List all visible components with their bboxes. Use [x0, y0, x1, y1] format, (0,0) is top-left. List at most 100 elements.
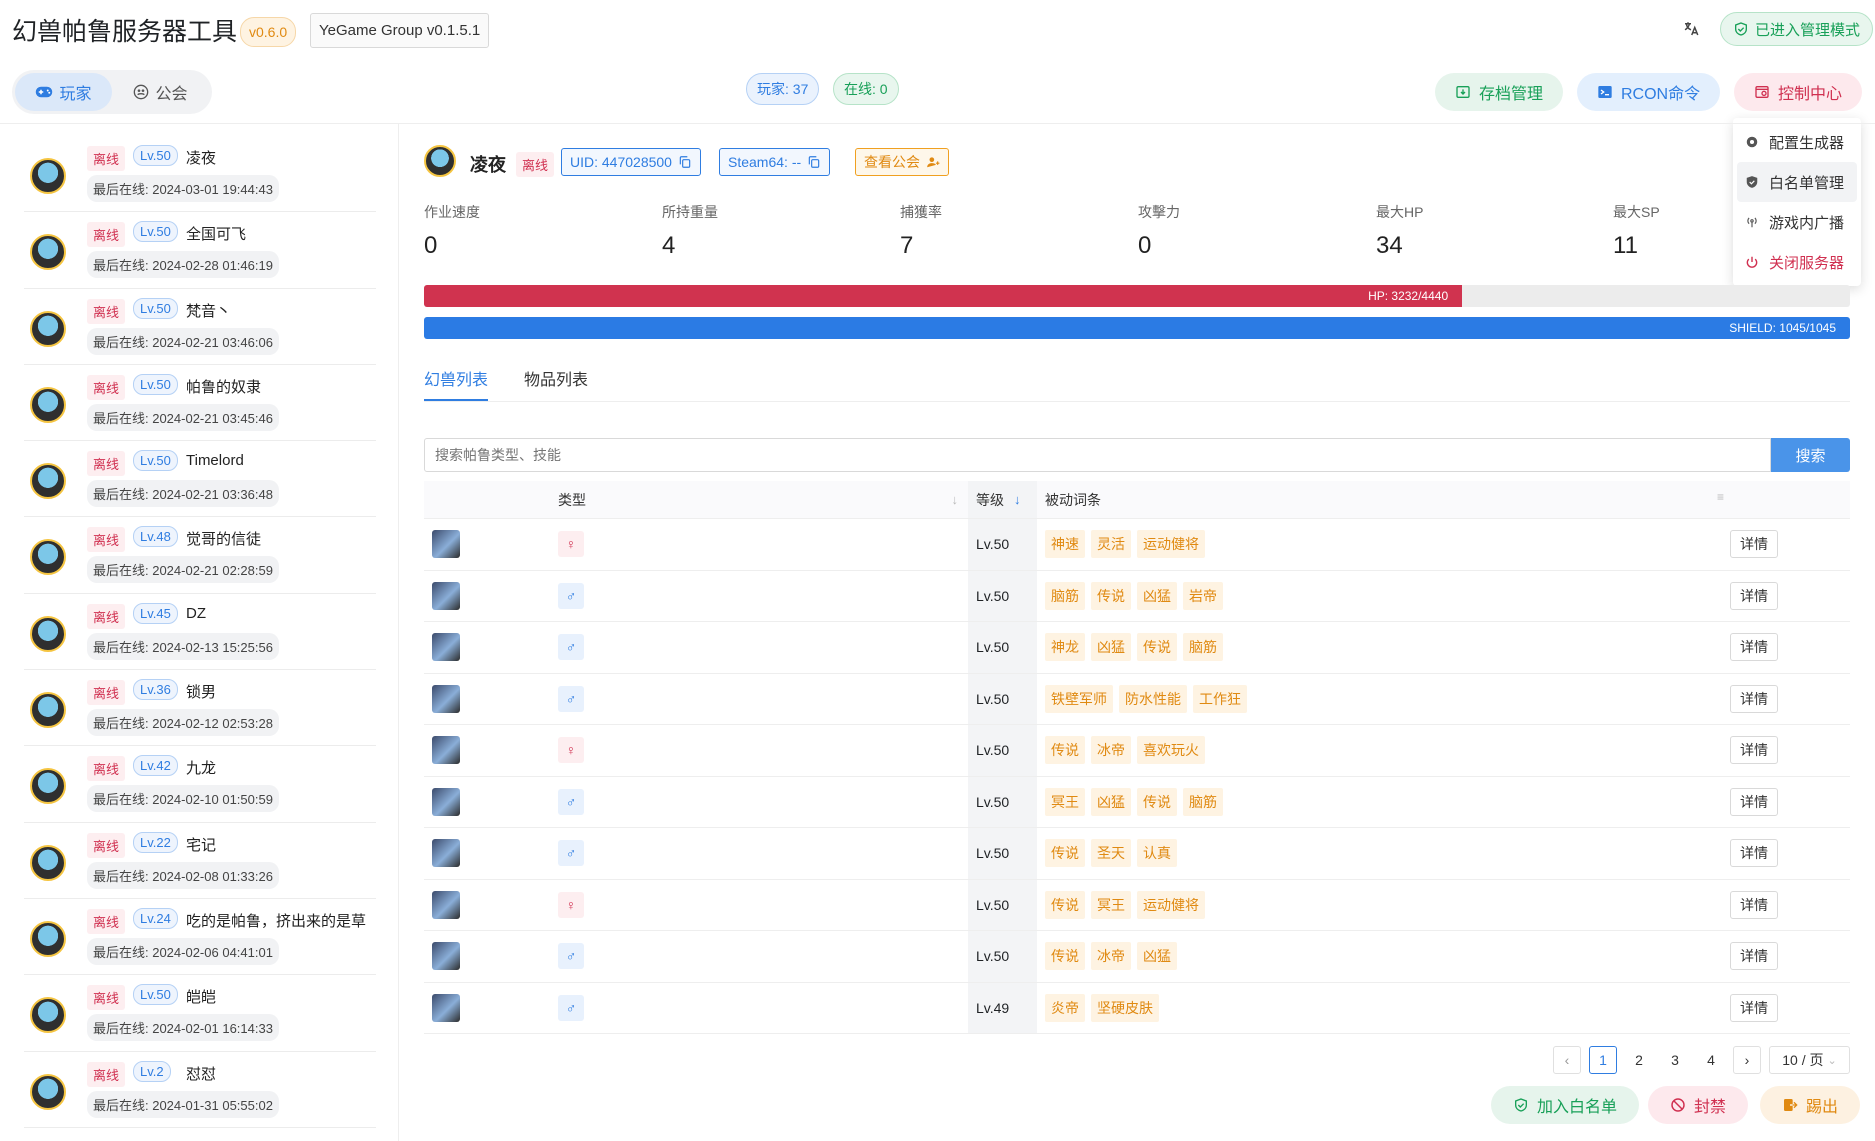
pal-level: Lv.50: [968, 570, 1037, 621]
search-button[interactable]: 搜索: [1771, 438, 1850, 472]
shield-check-icon: [1733, 21, 1749, 37]
gender-tag: ♂: [558, 634, 584, 661]
stat-label: 最大HP: [1376, 204, 1424, 220]
detail-button[interactable]: 详情: [1730, 530, 1778, 559]
table-row: ♂ Lv.50 铁壁军师 防水性能 工作狂 详情: [424, 673, 1850, 725]
player-list-item[interactable]: 离线 Lv.42 九龙 最后在线: 2024-02-10 01:50:59: [24, 746, 376, 823]
page-size-select[interactable]: 10 / 页 ⌄: [1769, 1046, 1850, 1074]
detail-button[interactable]: 详情: [1730, 890, 1778, 919]
detail-button[interactable]: 详情: [1730, 787, 1778, 816]
detail-button[interactable]: 详情: [1730, 633, 1778, 662]
type-column-header[interactable]: 类型 ↓: [552, 490, 968, 510]
menu-whitelist[interactable]: 白名单管理: [1737, 162, 1857, 202]
last-online: 最后在线: 2024-01-31 05:55:02: [87, 1090, 279, 1118]
passive-tag: 传说: [1091, 581, 1131, 610]
player-list-item[interactable]: 离线 Lv.2 怼怼 最后在线: 2024-01-31 05:55:02: [24, 1052, 376, 1128]
shield-icon: [1745, 175, 1759, 189]
menu-shutdown-label: 关闭服务器: [1769, 254, 1845, 272]
detail-button[interactable]: 详情: [1730, 736, 1778, 765]
passive-tag: 脑筋: [1183, 633, 1223, 662]
view-guild-button[interactable]: 查看公会: [855, 148, 949, 176]
detail-button[interactable]: 详情: [1730, 942, 1778, 971]
player-avatar: [30, 1073, 66, 1110]
player-list-item[interactable]: 离线 Lv.24 吃的是帕鲁，挤出来的是草 最后在线: 2024-02-06 04:4…: [24, 899, 376, 976]
detail-button[interactable]: 详情: [1730, 993, 1778, 1022]
player-list-item[interactable]: 离线 Lv.50 梵音丶 最后在线: 2024-02-21 03:46:06: [24, 289, 376, 365]
menu-config-generator[interactable]: 配置生成器: [1737, 122, 1857, 162]
user-group-icon: [926, 155, 940, 169]
online-count-badge: 在线: 0: [833, 73, 899, 105]
passive-column-header: 被动词条 ≡: [1037, 490, 1730, 510]
detail-button[interactable]: 详情: [1730, 684, 1778, 713]
kick-button[interactable]: 踢出: [1760, 1086, 1861, 1124]
filter-icon[interactable]: ≡: [1717, 490, 1724, 510]
ban-button[interactable]: 封禁: [1648, 1086, 1749, 1124]
sort-icon[interactable]: ↓: [1014, 492, 1021, 507]
last-online: 最后在线: 2024-02-10 01:50:59: [87, 785, 279, 813]
tab-item-list[interactable]: 物品列表: [524, 362, 588, 401]
menu-broadcast[interactable]: 游戏内广播: [1737, 202, 1857, 242]
player-avatar: [30, 234, 66, 271]
tab-guilds-label: 公会: [155, 86, 188, 103]
player-list-item[interactable]: 离线 Lv.50 全国可飞 最后在线: 2024-02-28 01:46:19: [24, 212, 376, 289]
player-name: 全国可飞: [186, 226, 247, 244]
player-list-item[interactable]: 离线 Lv.48 觉哥的信徒 最后在线: 2024-02-21 02:28:59: [24, 517, 376, 594]
pal-level: Lv.50: [968, 776, 1037, 827]
player-list-item[interactable]: 离线 Lv.50 凌夜 最后在线: 2024-03-01 19:44:43: [24, 136, 376, 213]
player-list-item[interactable]: 离线 Lv.36 锁男 最后在线: 2024-02-12 02:53:28: [24, 670, 376, 747]
player-list-item[interactable]: 离线 Lv.50 帕鲁的奴隶 最后在线: 2024-02-21 03:45:46: [24, 365, 376, 442]
player-list-item[interactable]: 离线 Lv.50 皑皑 最后在线: 2024-02-01 16:14:33: [24, 975, 376, 1052]
passive-tag: 脑筋: [1183, 787, 1223, 816]
ban-label: 封禁: [1694, 1099, 1727, 1116]
add-whitelist-button[interactable]: 加入白名单: [1491, 1086, 1640, 1124]
sort-icon[interactable]: ↓: [952, 492, 959, 507]
kick-label: 踢出: [1806, 1099, 1839, 1116]
level-badge: Lv.42: [133, 755, 178, 777]
player-list-item[interactable]: 离线 Lv.50 Timelord 最后在线: 2024-02-21 03:36:48: [24, 441, 376, 518]
save-management-button[interactable]: 存档管理: [1435, 73, 1564, 111]
page-4[interactable]: 4: [1697, 1046, 1725, 1074]
status-badge: 离线: [87, 527, 126, 553]
tab-pal-list[interactable]: 幻兽列表: [424, 362, 489, 401]
passive-tag: 神速: [1045, 530, 1085, 559]
passive-tag: 岩帝: [1183, 581, 1223, 610]
tab-players[interactable]: 玩家: [15, 73, 112, 111]
passive-tag: 传说: [1137, 633, 1177, 662]
player-avatar: [30, 920, 66, 957]
passive-tag: 工作狂: [1193, 684, 1247, 713]
stat-value: 11: [1613, 232, 1638, 259]
next-page-button[interactable]: ›: [1733, 1046, 1761, 1074]
prev-page-button[interactable]: ‹: [1553, 1046, 1581, 1074]
translate-icon[interactable]: [1676, 14, 1706, 44]
menu-shutdown[interactable]: 关闭服务器: [1737, 242, 1857, 282]
page-2[interactable]: 2: [1625, 1046, 1653, 1074]
pal-level: Lv.50: [968, 519, 1037, 570]
admin-mode-button[interactable]: 已进入管理模式: [1720, 12, 1874, 46]
copy-icon[interactable]: [807, 155, 821, 169]
detail-button[interactable]: 详情: [1730, 839, 1778, 868]
level-badge: Lv.50: [133, 145, 178, 166]
broadcast-icon: [1745, 215, 1759, 229]
status-badge: 离线: [87, 374, 126, 400]
page-1[interactable]: 1: [1589, 1046, 1617, 1074]
page-3[interactable]: 3: [1661, 1046, 1689, 1074]
copy-icon[interactable]: [678, 155, 692, 169]
steam-tag[interactable]: Steam64: --: [719, 148, 831, 176]
detail-button[interactable]: 详情: [1730, 581, 1778, 610]
pal-image: [432, 684, 460, 713]
uid-tag[interactable]: UID: 447028500: [561, 148, 701, 176]
group-version-badge: YeGame Group v0.1.5.1: [310, 13, 490, 48]
pal-search-input[interactable]: [424, 438, 1771, 472]
tab-guilds[interactable]: 公会: [112, 73, 209, 111]
player-list-item[interactable]: 离线 Lv.22 宅记 最后在线: 2024-02-08 01:33:26: [24, 823, 376, 899]
rcon-button[interactable]: RCON命令: [1577, 73, 1721, 111]
table-row: ♂ Lv.50 传说 圣天 认真 详情: [424, 828, 1850, 880]
hp-bar-fill: HP: 3232/4440: [424, 285, 1463, 307]
last-online: 最后在线: 2024-02-21 02:28:59: [87, 556, 279, 584]
passive-tag: 冥王: [1045, 787, 1085, 816]
player-list-item[interactable]: 离线 Lv.45 DZ 最后在线: 2024-02-13 15:25:56: [24, 594, 376, 671]
pal-level: Lv.50: [968, 879, 1037, 930]
level-column-header[interactable]: 等级 ↓: [968, 481, 1037, 518]
control-center-button[interactable]: 控制中心: [1734, 73, 1863, 111]
passive-tag: 冰帝: [1091, 942, 1131, 971]
